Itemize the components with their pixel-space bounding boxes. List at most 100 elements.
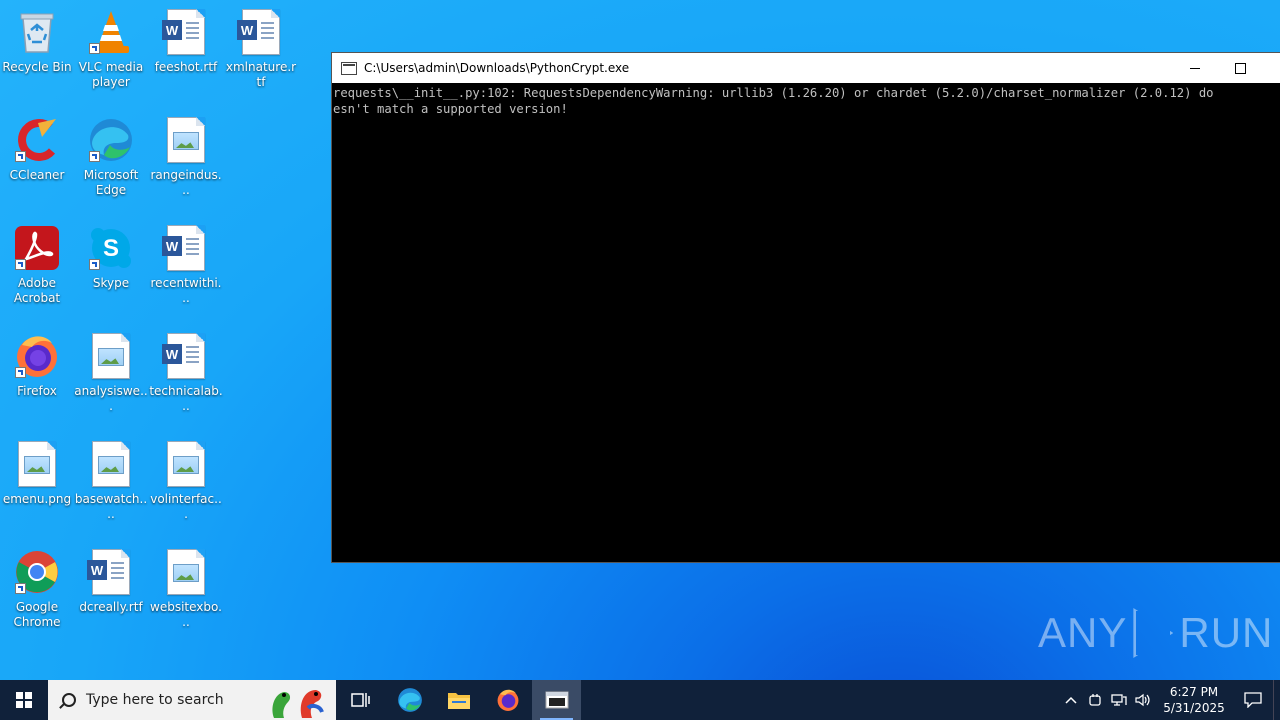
task-view-button[interactable] [336, 680, 385, 720]
icon-label: recentwithi... [150, 276, 222, 305]
system-tray: 6:27 PM 5/31/2025 [1059, 680, 1280, 720]
shortcut-arrow-icon [15, 151, 26, 162]
firefox-icon [497, 689, 518, 711]
firefox-desktop-icon[interactable]: Firefox [0, 332, 74, 399]
chrome-desktop-icon[interactable]: Google Chrome [0, 548, 74, 630]
word-document-icon: W [162, 332, 210, 380]
shortcut-arrow-icon [15, 583, 26, 594]
windows-logo-icon [16, 692, 32, 708]
emenu-desktop-icon[interactable]: emenu.png [0, 440, 74, 507]
taskbar-firefox-button[interactable] [483, 680, 532, 720]
console-window[interactable]: C:\Users\admin\Downloads\PythonCrypt.exe… [331, 52, 1280, 563]
icon-label: xmlnature.rtf [225, 60, 297, 89]
word-document-icon: W [87, 548, 135, 596]
google-chrome-icon [13, 548, 61, 596]
taskbar-edge-button[interactable] [385, 680, 434, 720]
firefox-icon [13, 332, 61, 380]
icon-label: Adobe Acrobat [13, 276, 61, 305]
taskbar: Type here to search 6:27 PM 5/31/2025 [0, 680, 1280, 720]
icon-label: emenu.png [2, 492, 72, 506]
taskbar-search-box[interactable]: Type here to search [48, 680, 336, 720]
image-file-icon [162, 440, 210, 488]
recycle-bin-icon [13, 8, 61, 56]
watermark-right: RUN [1179, 609, 1274, 656]
console-output[interactable]: requests\__init__.py:102: RequestsDepend… [332, 83, 1280, 117]
shortcut-arrow-icon [15, 259, 26, 270]
microsoft-edge-icon [87, 116, 135, 164]
search-icon [62, 693, 76, 707]
icon-label: feeshot.rtf [154, 60, 218, 74]
technicalab-desktop-icon[interactable]: W technicalab... [149, 332, 223, 414]
svg-text:S: S [103, 235, 119, 262]
console-window-icon [545, 691, 568, 709]
search-placeholder: Type here to search [86, 692, 224, 708]
basewatch-desktop-icon[interactable]: basewatch.... [74, 440, 148, 522]
icon-label: dcreally.rtf [79, 600, 143, 614]
taskbar-file-explorer-button[interactable] [434, 680, 483, 720]
vlc-cone-icon [87, 8, 135, 56]
rangeindus-desktop-icon[interactable]: rangeindus... [149, 116, 223, 198]
word-document-icon: W [162, 8, 210, 56]
console-line: requests\__init__.py:102: RequestsDepend… [333, 86, 1214, 100]
action-center-button[interactable] [1233, 680, 1273, 720]
desktop: Recycle Bin CCleaner Adobe Acrobat Firef… [0, 0, 1280, 680]
device-icon[interactable] [1083, 680, 1107, 720]
edge-desktop-icon[interactable]: Microsoft Edge [74, 116, 148, 198]
maximize-button[interactable] [1217, 53, 1263, 83]
show-desktop-button[interactable] [1273, 680, 1280, 720]
vlc-desktop-icon[interactable]: VLC media player [74, 8, 148, 90]
shortcut-arrow-icon [89, 151, 100, 162]
parrots-highlight-icon [272, 690, 324, 718]
minimize-button[interactable] [1172, 53, 1218, 83]
icon-label: basewatch.... [74, 492, 148, 521]
icon-label: CCleaner [9, 168, 65, 182]
icon-label: VLC media player [78, 60, 144, 89]
start-button[interactable] [0, 680, 48, 720]
xmlnature-desktop-icon[interactable]: W xmlnature.rtf [224, 8, 298, 90]
analysiswe-desktop-icon[interactable]: analysiswe... [74, 332, 148, 414]
icon-label: Microsoft Edge [83, 168, 139, 197]
task-view-icon [350, 693, 370, 707]
acrobat-desktop-icon[interactable]: Adobe Acrobat [0, 224, 74, 306]
notification-icon [1244, 692, 1262, 708]
skype-desktop-icon[interactable]: S Skype [74, 224, 148, 291]
ccleaner-desktop-icon[interactable]: CCleaner [0, 116, 74, 183]
minimize-icon [1190, 67, 1200, 69]
network-icon[interactable] [1107, 680, 1131, 720]
icon-label: Firefox [17, 384, 57, 398]
adobe-acrobat-icon [13, 224, 61, 272]
icon-label: websitexbo... [150, 600, 222, 629]
feeshot-desktop-icon[interactable]: W feeshot.rtf [149, 8, 223, 75]
icon-label: Skype [92, 276, 130, 290]
clock-time: 6:27 PM [1169, 685, 1219, 699]
icon-label: technicalab... [149, 384, 223, 413]
console-titlebar[interactable]: C:\Users\admin\Downloads\PythonCrypt.exe [332, 53, 1280, 83]
icon-label: volinterfac... [150, 492, 222, 521]
websitexbo-desktop-icon[interactable]: websitexbo... [149, 548, 223, 630]
show-hidden-icons-chevron-icon[interactable] [1059, 680, 1083, 720]
shortcut-arrow-icon [89, 259, 100, 270]
volume-icon[interactable] [1131, 680, 1155, 720]
image-file-icon [162, 116, 210, 164]
volinterfac-desktop-icon[interactable]: volinterfac... [149, 440, 223, 522]
microsoft-edge-icon [397, 688, 422, 712]
image-file-icon [87, 440, 135, 488]
image-file-icon [87, 332, 135, 380]
watermark-left: ANY [1038, 609, 1128, 656]
taskbar-clock[interactable]: 6:27 PM 5/31/2025 [1155, 684, 1233, 716]
shortcut-arrow-icon [89, 43, 100, 54]
maximize-icon [1234, 62, 1246, 74]
shortcut-arrow-icon [15, 367, 26, 378]
ccleaner-icon [13, 116, 61, 164]
skype-icon: S [87, 224, 135, 272]
dcreally-desktop-icon[interactable]: W dcreally.rtf [74, 548, 148, 615]
icon-label: rangeindus... [150, 168, 222, 197]
taskbar-console-button[interactable] [532, 680, 581, 720]
word-document-icon: W [237, 8, 285, 56]
recycle-bin-desktop-icon[interactable]: Recycle Bin [0, 8, 74, 75]
recentwithi-desktop-icon[interactable]: W recentwithi... [149, 224, 223, 306]
anyrun-watermark: ANY RUN [1038, 608, 1273, 658]
icon-label: analysiswe... [74, 384, 148, 413]
console-app-icon [341, 61, 357, 75]
image-file-icon [13, 440, 61, 488]
